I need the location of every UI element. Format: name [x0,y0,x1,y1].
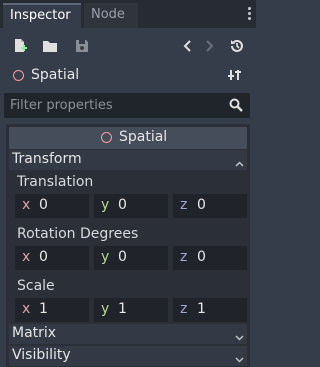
scale-x-field[interactable]: x1 [15,298,89,322]
category-transform[interactable]: Transform [9,150,247,170]
category-label: Matrix [12,325,57,341]
scale-y-field[interactable]: y1 [94,298,168,322]
category-label: Visibility [12,347,71,363]
inspector-toolbar [0,28,256,62]
chevron-up-icon [235,156,244,171]
axis-y-label: y [101,197,110,213]
object-name: Spatial [31,67,80,83]
new-resource-icon[interactable] [12,38,28,54]
axis-z-label: z [180,301,188,317]
section-title: Spatial [119,129,168,145]
rotation-x-value: 0 [39,249,48,265]
history-back-icon[interactable] [180,38,196,54]
save-icon[interactable] [74,38,90,54]
translation-z-value: 0 [197,197,206,213]
axis-x-label: x [22,197,31,213]
dock-menu-icon[interactable] [246,5,252,23]
axis-z-label: z [180,249,188,265]
rotation-z-field[interactable]: z0 [173,246,247,270]
axis-y-label: y [101,301,110,317]
category-label: Transform [12,151,82,167]
filter-properties-field [4,93,250,118]
scale-z-value: 1 [197,301,206,317]
rotation-y-value: 0 [118,249,127,265]
edited-object-row[interactable]: Spatial [0,62,256,90]
spatial-node-icon [13,70,24,81]
tab-inspector[interactable]: Inspector [3,3,81,28]
filter-input[interactable] [10,93,220,118]
inspector-properties-panel: Spatial Transform Translation x0 y0 z0 R… [6,124,250,367]
axis-x-label: x [22,301,31,317]
rotation-x-field[interactable]: x0 [15,246,89,270]
axis-x-label: x [22,249,31,265]
translation-label: Translation [17,174,94,190]
translation-z-field[interactable]: z0 [173,194,247,218]
chevron-down-icon [235,330,244,345]
scale-label: Scale [17,278,55,294]
translation-y-field[interactable]: y0 [94,194,168,218]
dock-tab-bar: Inspector Node [0,0,256,28]
section-header-spatial[interactable]: Spatial [9,127,247,149]
scale-z-field[interactable]: z1 [173,298,247,322]
translation-vector: x0 y0 z0 [15,194,247,218]
search-icon [229,98,243,116]
tab-node[interactable]: Node [84,3,138,28]
rotation-y-field[interactable]: y0 [94,246,168,270]
translation-x-value: 0 [39,197,48,213]
scale-y-value: 1 [118,301,127,317]
history-icon[interactable] [229,38,245,54]
axis-z-label: z [180,197,188,213]
chevron-down-icon [235,352,244,367]
history-forward-icon[interactable] [201,38,217,54]
category-matrix[interactable]: Matrix [9,324,247,344]
rotation-z-value: 0 [197,249,206,265]
rotation-degrees-label: Rotation Degrees [17,226,139,242]
object-tools-icon[interactable] [228,68,242,86]
rotation-vector: x0 y0 z0 [15,246,247,270]
translation-x-field[interactable]: x0 [15,194,89,218]
spatial-node-icon [101,132,112,143]
open-folder-icon[interactable] [42,38,58,54]
axis-y-label: y [101,249,110,265]
scale-vector: x1 y1 z1 [15,298,247,322]
translation-y-value: 0 [118,197,127,213]
scale-x-value: 1 [39,301,48,317]
category-visibility[interactable]: Visibility [9,346,247,366]
